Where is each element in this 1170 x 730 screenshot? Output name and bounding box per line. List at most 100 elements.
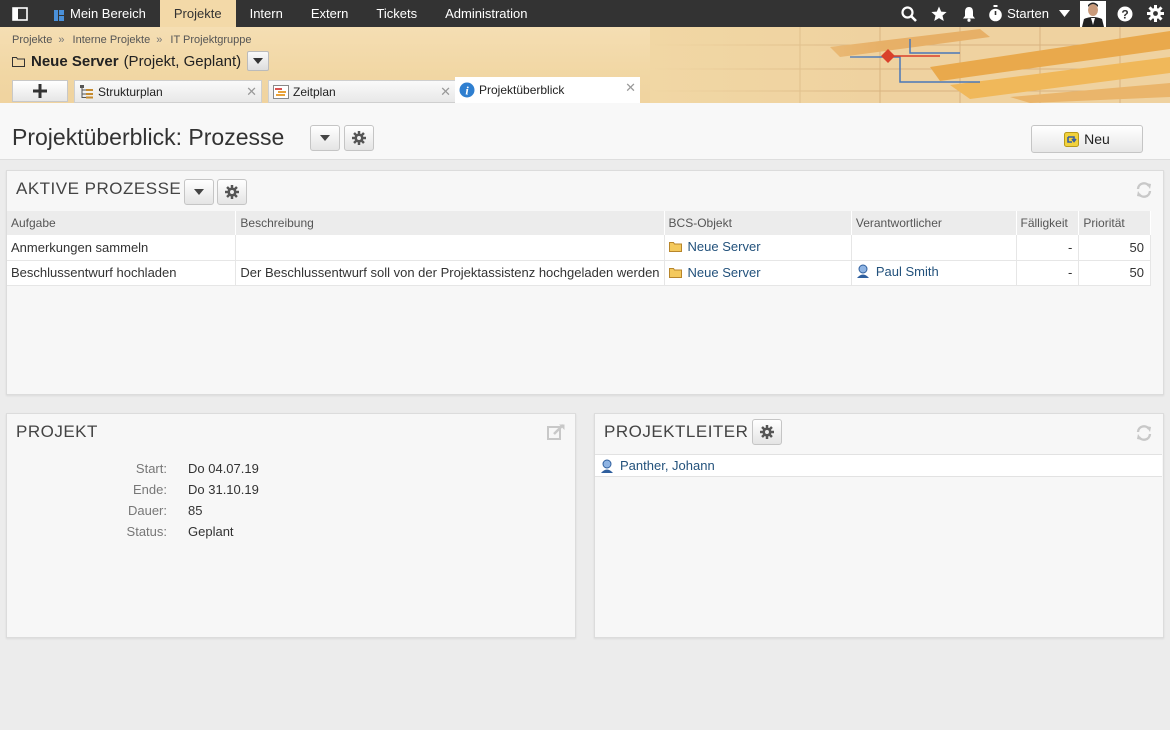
column-header[interactable]: Beschreibung [235, 211, 665, 235]
person-link[interactable]: Paul Smith [856, 264, 939, 279]
search-icon[interactable] [894, 0, 924, 27]
bell-icon[interactable] [954, 0, 984, 27]
detail-value: Do 31.10.19 [188, 482, 259, 497]
person-link-label: Panther, Johann [620, 458, 715, 473]
cell-aufgabe: Beschlussentwurf hochladen [7, 260, 237, 286]
sidebar-toggle-icon[interactable] [0, 0, 40, 27]
table-row[interactable]: Anmerkungen sammeln Neue Server - 50 [7, 235, 1151, 261]
panel-title: AKTIVE PROZESSE [16, 179, 182, 198]
cell-prioritaet: 50 [1078, 260, 1151, 286]
page-settings-button[interactable] [344, 125, 374, 151]
cell-objekt: Neue Server [664, 260, 852, 286]
column-header[interactable]: BCS-Objekt [664, 211, 852, 235]
cell-objekt: Neue Server [664, 235, 852, 261]
nav-label: Extern [310, 6, 349, 21]
detail-label: Dauer: [127, 503, 167, 518]
view-menu-button[interactable] [310, 125, 340, 151]
cell-faelligkeit: - [1016, 260, 1080, 286]
tab-zeitplan[interactable]: Zeitplan ✕ [268, 80, 456, 103]
user-icon [600, 459, 614, 473]
add-tab-button[interactable] [12, 80, 68, 102]
cell-beschreibung [235, 235, 665, 261]
cell-verantwortlicher [851, 235, 1017, 261]
top-navigation-bar: Mein Bereich Projekte Intern Extern Tick… [0, 0, 1170, 27]
close-icon[interactable]: ✕ [246, 84, 257, 100]
star-icon[interactable] [924, 0, 954, 27]
main-menu: Mein Bereich Projekte Intern Extern Tick… [40, 0, 541, 27]
nav-label: Administration [445, 6, 528, 21]
dashboard-icon [54, 9, 64, 21]
detail-value: Do 04.07.19 [188, 461, 259, 476]
nav-label: Tickets [376, 6, 418, 21]
cell-verantwortlicher: Paul Smith [851, 260, 1017, 286]
panel-menu-button[interactable] [184, 179, 214, 205]
folder-icon [668, 267, 682, 278]
refresh-icon[interactable] [1135, 181, 1153, 202]
new-button[interactable]: Neu [1031, 125, 1143, 153]
detail-row: Start: Do 04.07.19 [7, 458, 307, 479]
person-link-label: Paul Smith [875, 263, 939, 279]
info-icon: i [459, 82, 475, 98]
refresh-icon[interactable] [1135, 424, 1153, 445]
column-header[interactable]: Aufgabe [7, 211, 237, 235]
starten-button[interactable]: Starten [984, 0, 1076, 27]
project-meta: (Projekt, Geplant) [123, 52, 242, 70]
gear-icon [760, 425, 774, 439]
close-icon[interactable]: ✕ [440, 84, 451, 100]
tab-label: Zeitplan [293, 84, 336, 99]
breadcrumb-item[interactable]: IT Projektgruppe [170, 34, 251, 46]
starten-label: Starten [1007, 6, 1049, 21]
breadcrumb-item[interactable]: Projekte [12, 34, 52, 46]
tab-projektueberblick[interactable]: i Projektüberblick ✕ [455, 77, 640, 103]
nav-administration[interactable]: Administration [431, 0, 541, 27]
column-header[interactable]: Fälligkeit [1016, 211, 1080, 235]
structure-icon [79, 84, 94, 99]
cell-prioritaet: 50 [1078, 235, 1151, 261]
table-row[interactable]: Beschlussentwurf hochladen Der Beschluss… [7, 260, 1151, 286]
breadcrumb-item[interactable]: Interne Projekte [73, 34, 151, 46]
object-link-label: Neue Server [687, 264, 761, 280]
panel-settings-button[interactable] [217, 179, 247, 205]
projektleiter-panel: PROJEKTLEITER Panther, Johann [594, 413, 1164, 638]
user-avatar[interactable] [1080, 0, 1106, 27]
nav-projekte[interactable]: Projekte [159, 0, 236, 27]
object-link[interactable]: Neue Server [668, 239, 761, 254]
edit-icon[interactable] [547, 424, 565, 443]
project-name: Neue Server [31, 52, 119, 70]
nav-extern[interactable]: Extern [297, 0, 363, 27]
help-icon[interactable]: ? [1110, 0, 1140, 27]
breadcrumb-separator: » [58, 34, 65, 46]
nav-label: Intern [249, 6, 283, 21]
folder-icon [12, 56, 25, 67]
chevron-down-icon [1059, 10, 1070, 17]
user-icon [856, 264, 870, 279]
folder-icon [668, 241, 682, 253]
cell-aufgabe: Anmerkungen sammeln [7, 235, 237, 261]
detail-value: Geplant [188, 524, 234, 539]
gear-icon [225, 185, 239, 199]
project-menu-button[interactable] [247, 51, 270, 71]
gear-icon[interactable] [1140, 0, 1170, 27]
project-title-row: Neue Server (Projekt, Geplant) [12, 51, 270, 71]
projekt-panel: PROJEKT Start: Do 04.07.19 Ende: Do 31.1… [6, 413, 576, 638]
column-header[interactable]: Priorität [1078, 211, 1151, 235]
column-header[interactable]: Verantwortlicher [851, 211, 1017, 235]
close-icon[interactable]: ✕ [625, 80, 636, 96]
cell-faelligkeit: - [1016, 235, 1080, 261]
banner-artwork [650, 27, 1170, 103]
tab-strukturplan[interactable]: Strukturplan ✕ [74, 80, 262, 103]
object-link[interactable]: Neue Server [668, 264, 761, 280]
nav-label: Mein Bereich [70, 6, 146, 21]
aktive-prozesse-panel: AKTIVE PROZESSE Aufgabe Beschreibung BCS… [6, 170, 1164, 395]
project-details: Start: Do 04.07.19 Ende: Do 31.10.19 Dau… [7, 458, 307, 542]
person-link[interactable]: Panther, Johann [600, 458, 715, 473]
detail-row: Dauer: 85 [7, 500, 307, 521]
breadcrumb-separator: » [156, 34, 163, 46]
nav-tickets[interactable]: Tickets [362, 0, 431, 27]
nav-mein-bereich[interactable]: Mein Bereich [40, 0, 160, 27]
tab-label: Projektüberblick [479, 83, 565, 97]
new-button-label: Neu [1084, 131, 1110, 147]
nav-intern[interactable]: Intern [236, 0, 297, 27]
detail-label: Status: [126, 524, 167, 539]
panel-settings-button[interactable] [752, 419, 782, 445]
